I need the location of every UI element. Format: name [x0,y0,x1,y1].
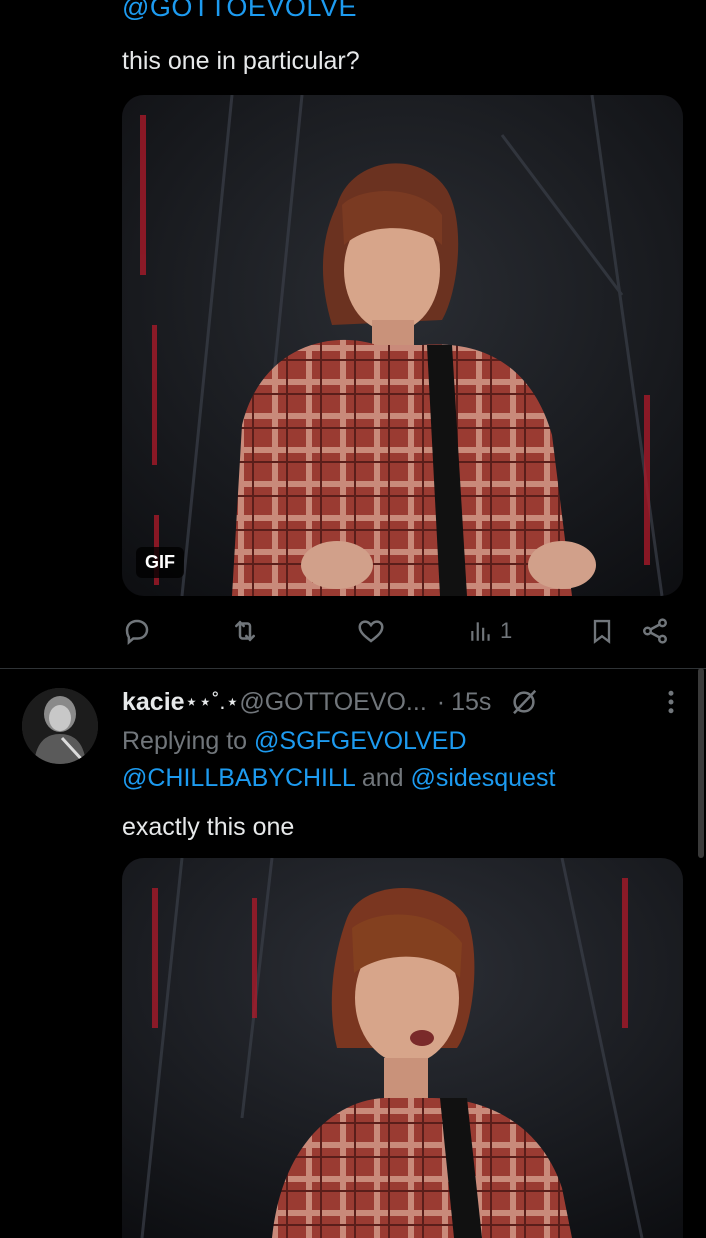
share-button[interactable] [640,606,670,656]
retweet-icon [235,620,255,642]
more-vertical-icon [668,690,674,714]
analytics-icon [471,622,490,641]
more-options-button[interactable] [666,687,676,717]
avatar-image [22,688,98,764]
tweet-text: this one in particular? [122,47,360,75]
replying-prefix: Replying to [122,727,248,755]
heart-icon [358,620,384,643]
avatar[interactable] [22,688,98,764]
grok-icon [513,689,537,715]
mention-handle[interactable]: @GOTTOEVOLVE [122,0,357,23]
reply-icon [125,619,149,645]
replying-to-line: Replying to @SGFGEVOLVED [122,727,467,756]
tweet-time[interactable]: 15s [451,688,491,717]
concert-photo-2 [122,858,683,1238]
tweet-divider [0,668,706,669]
separator-dot: · [436,687,446,716]
tweet-text-2: exactly this one [122,813,295,841]
name-decoration: ⋆⋆˚.⋆ [184,689,240,714]
tweet-header: kacie ⋆⋆˚.⋆ @GOTTOEVO... · 15s [122,684,682,720]
retweet-button[interactable] [230,606,260,656]
concert-photo [122,95,683,596]
like-button[interactable] [356,606,386,656]
scrollbar[interactable] [698,668,704,858]
user-handle[interactable]: @GOTTOEVO... [239,688,426,717]
replying-to-line-2: @CHILLBABYCHILL and @sidesquest [122,764,555,793]
views-button[interactable]: 1 [468,606,512,656]
reply-mention-2[interactable]: @CHILLBABYCHILL [122,764,355,792]
tweet-gif-media-2[interactable] [122,858,683,1238]
reply-button[interactable] [122,606,152,656]
bookmark-icon [593,619,611,644]
bookmark-button[interactable] [588,606,616,656]
share-icon [643,618,667,644]
reply-mention-1[interactable]: @SGFGEVOLVED [254,727,466,755]
tweet-gif-media[interactable]: GIF [122,95,683,596]
grok-button[interactable] [509,687,539,717]
display-name[interactable]: kacie [122,688,185,717]
reply-mention-3[interactable]: @sidesquest [411,764,556,792]
views-count: 1 [500,618,513,643]
tweet-action-bar: 1 [122,606,684,656]
reply-and: and [361,764,404,792]
gif-badge: GIF [136,547,184,578]
